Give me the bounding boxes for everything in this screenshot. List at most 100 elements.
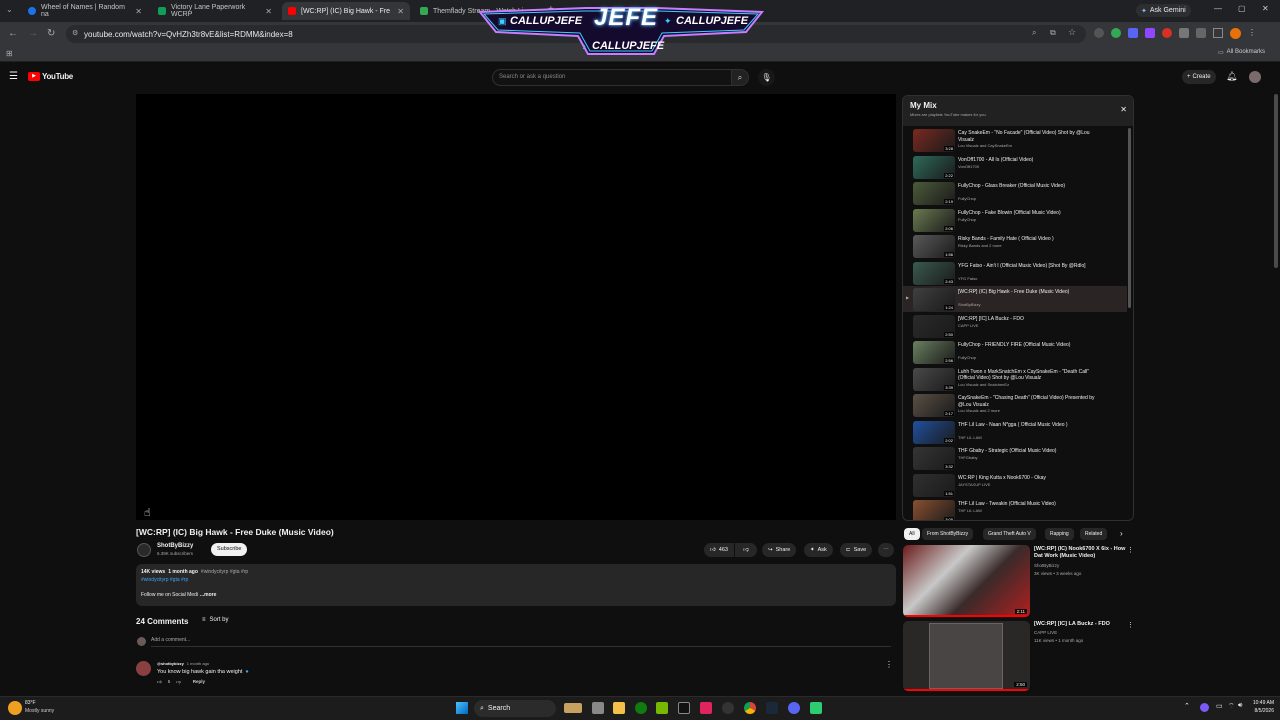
youtube-logo[interactable]: ▶ YouTube [28,72,73,81]
mix-item[interactable]: 2:06 FullyChop - Fake Blowin (Official Mu… [903,207,1127,233]
comment-author[interactable]: @shotbybizzy [157,661,184,666]
site-info-icon[interactable]: ⚙ [72,29,78,37]
mix-thumbnail[interactable]: 3:05 [913,500,955,520]
channel-name[interactable]: ShotByBizzy [157,543,193,549]
related-channel[interactable]: ShotByBizzy [1034,563,1059,568]
page-scrollbar[interactable] [1274,94,1278,268]
mix-item[interactable]: 3:28 Cay SnakeEm - "No Facade" (Official … [903,127,1127,153]
mix-item[interactable]: 2:17 CaySnakeEm - "Chasing Death" (Offici… [903,392,1127,418]
close-mix-icon[interactable]: ✕ [1120,105,1127,114]
chip-all[interactable]: All [904,528,920,540]
chip-related[interactable]: Related [1080,528,1108,540]
share-button[interactable]: ↪ Share [762,543,797,557]
video-player[interactable] [136,94,896,520]
xbox-app-icon[interactable] [635,702,647,714]
comment-like-icon[interactable]: 👍︎ [157,679,162,685]
search-input[interactable]: Search or ask a question [492,69,732,86]
browser-tab[interactable]: Victory Lane Paperwork WCRP ✕ [152,2,278,20]
tray-chevron-icon[interactable]: ⌃ [1184,702,1190,710]
browser-tab-active[interactable]: [WC:RP] (IC) Big Hawk - Fre ✕ [282,2,410,20]
taskbar-search[interactable]: ⌕ Search [474,700,556,717]
description-box[interactable]: 14K views 1 month ago #windycityrp #gta … [136,564,896,606]
mix-thumbnail[interactable]: 3:39 [913,367,955,391]
mix-item[interactable]: 3:39 Luhh Twon x MarkSnatchEm x CaySnakeE… [903,366,1127,392]
all-bookmarks-button[interactable]: ▭ All Bookmarks [1218,49,1265,56]
mix-item[interactable]: 1:56 Risky Bands - Family Hate ( Official… [903,233,1127,259]
extension-icon[interactable] [1094,28,1104,38]
browser-tab[interactable]: Wheel of Names | Random na ✕ [22,2,148,20]
mail-app-icon[interactable] [564,703,582,713]
clock-time[interactable]: 10:49 AM [1246,700,1274,706]
mix-item[interactable]: 2:43 YFG Fatso - Ain't I (Official Music … [903,260,1127,286]
create-button[interactable]: + Create [1182,70,1216,84]
chrome-app-icon[interactable] [744,702,756,714]
mix-thumbnail[interactable]: 1:51 [913,473,955,497]
chip-rapping[interactable]: Rapping [1045,528,1074,540]
mix-thumbnail[interactable]: 2:06 [913,208,955,232]
mix-thumbnail[interactable]: 3:28 [913,129,955,152]
notifications-bell-icon[interactable]: 🔔︎ [1226,71,1237,82]
tab-close-icon[interactable]: ✕ [265,7,272,16]
subscribe-button[interactable]: Subscribe [211,543,248,556]
zoom-icon[interactable]: ⌕ [1032,28,1036,38]
mix-item-now-playing[interactable]: ▶ 1:24 [WC:RP] (IC) Big Hawk - Free Duke (… [903,286,1127,312]
mix-item[interactable]: 2:02 THF Lil Law - Naan N*gga ( Official … [903,419,1127,445]
extension-icon[interactable] [1128,28,1138,38]
sort-by-button[interactable]: ≡ Sort by [202,617,229,623]
mix-item[interactable]: 2:56 FullyChop - FRIENDLY FIRE (Official … [903,339,1127,365]
capcut-app-icon[interactable] [678,702,690,714]
task-view-icon[interactable] [592,702,604,714]
add-comment-input[interactable]: Add a comment... [151,637,891,647]
back-icon[interactable]: ← [8,28,18,39]
extensions-puzzle-icon[interactable] [1196,28,1206,38]
forward-icon[interactable]: → [28,28,38,39]
mix-item[interactable]: 3:05 THF Lil Law - Tweakin (Official Musi… [903,498,1127,520]
mix-scrollbar[interactable] [1128,128,1131,308]
related-thumbnail[interactable]: 2:11 [903,545,1030,617]
bookmark-star-icon[interactable]: ☆ [1068,27,1076,38]
browser-menu-icon[interactable]: ⋮ [1248,28,1256,39]
account-avatar[interactable] [1249,71,1261,83]
like-button[interactable]: 👍︎ 463 [704,543,734,557]
mix-thumbnail[interactable]: 2:50 [913,314,955,338]
related-title[interactable]: [WC:RP] [IC] LA Buckz - FDO [1034,621,1126,628]
chip-from-channel[interactable]: From ShotByBizzy [922,528,974,540]
mix-thumbnail[interactable]: 3:32 [913,447,955,470]
clock-date[interactable]: 8/5/2026 [1246,708,1274,714]
more-actions-button[interactable]: ⋯ [878,543,894,557]
mix-thumbnail[interactable]: 1:24 [913,288,955,311]
minimize-icon[interactable]: — [1214,4,1222,13]
related-thumbnail[interactable]: 2:50 [903,621,1030,691]
comment-author-avatar[interactable] [136,661,151,676]
file-explorer-icon[interactable] [613,702,625,714]
hamburger-menu-icon[interactable]: ☰ [9,71,18,82]
sidebar-icon[interactable] [1213,28,1223,38]
mix-item[interactable]: 3:32 THF Gbaby - Strategic (Official Musi… [903,445,1127,471]
apps-grid-icon[interactable]: ⊞ [6,49,13,58]
mix-thumbnail[interactable]: 2:17 [913,394,955,417]
mix-thumbnail[interactable]: 1:56 [913,235,955,258]
chips-next-icon[interactable]: › [1120,529,1123,538]
comment-dislike-icon[interactable]: 👎︎ [176,679,181,685]
weather-icon[interactable] [8,701,22,715]
mix-thumbnail[interactable]: 2:02 [913,420,955,444]
mix-item[interactable]: 2:50 [WC:RP] [IC] LA Buckz - FDO CAPP LIVE [903,313,1127,339]
extension-icon[interactable] [1111,28,1121,38]
tab-close-icon[interactable]: ✕ [135,7,142,16]
extension-icon[interactable] [1145,28,1155,38]
app-dark-icon[interactable] [722,702,734,714]
dislike-button[interactable]: 👎︎ [735,543,757,557]
discord-app-icon[interactable] [788,702,800,714]
ask-gemini-button[interactable]: ✦ Ask Gemini [1136,4,1191,17]
close-window-icon[interactable]: ✕ [1262,4,1269,13]
mix-thumbnail[interactable]: 2:19 [913,182,955,205]
ask-button[interactable]: ✦ Ask [804,543,833,557]
save-button[interactable]: ⊏ Save [840,543,873,557]
app-red-icon[interactable] [700,702,712,714]
chip-gta[interactable]: Grand Theft Auto V [983,528,1036,540]
related-menu-icon[interactable]: ⋮ [1127,546,1134,554]
extension-icon[interactable] [1179,28,1189,38]
related-menu-icon[interactable]: ⋮ [1127,621,1134,629]
search-button[interactable]: ⌕ [731,69,749,86]
mix-item[interactable]: 1:51 WC:RP | King Kutta x Nook6700 - Okay… [903,472,1127,498]
